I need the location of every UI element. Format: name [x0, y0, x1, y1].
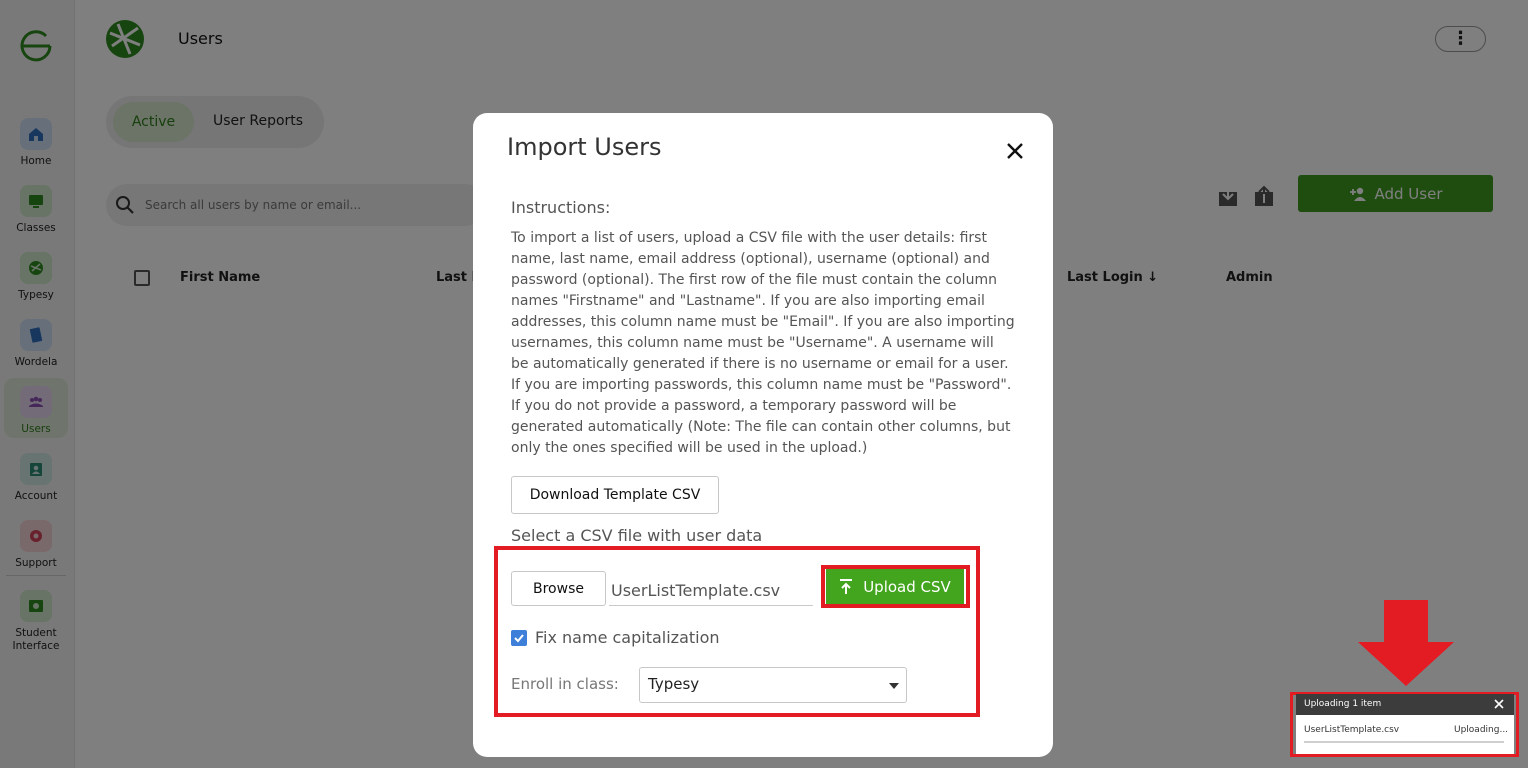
close-icon[interactable] [1494, 699, 1504, 709]
upload-csv-label: Upload CSV [863, 577, 951, 596]
red-arrow-down-icon [1358, 600, 1454, 686]
close-icon[interactable] [1005, 141, 1025, 161]
fix-capitalization-checkbox[interactable] [511, 630, 527, 646]
import-users-modal: Import Users Instructions: To import a l… [473, 113, 1053, 757]
download-template-button[interactable]: Download Template CSV [511, 476, 719, 514]
upload-csv-button[interactable]: Upload CSV [826, 569, 964, 604]
upload-icon [840, 578, 853, 594]
instructions-text: To import a list of users, upload a CSV … [511, 230, 1015, 456]
selected-file-name: UserListTemplate.csv [609, 573, 813, 606]
toast-title: Uploading 1 item [1304, 699, 1382, 709]
instructions-heading: Instructions: [511, 198, 611, 217]
toast-header: Uploading 1 item [1296, 694, 1514, 715]
checkmark-icon [514, 634, 524, 643]
toast-status: Uploading... [1454, 725, 1509, 735]
enroll-class-value: Typesy [648, 675, 700, 693]
upload-progress-bar [1304, 741, 1504, 743]
upload-progress-toast: Uploading 1 item UserListTemplate.csv Up… [1296, 694, 1514, 754]
enroll-class-label: Enroll in class: [511, 675, 619, 693]
dropdown-caret-icon [889, 683, 899, 689]
select-file-label: Select a CSV file with user data [511, 526, 763, 545]
modal-title: Import Users [507, 133, 662, 161]
browse-button[interactable]: Browse [511, 571, 606, 606]
toast-file-name: UserListTemplate.csv [1304, 725, 1400, 735]
fix-capitalization-label[interactable]: Fix name capitalization [535, 628, 720, 647]
